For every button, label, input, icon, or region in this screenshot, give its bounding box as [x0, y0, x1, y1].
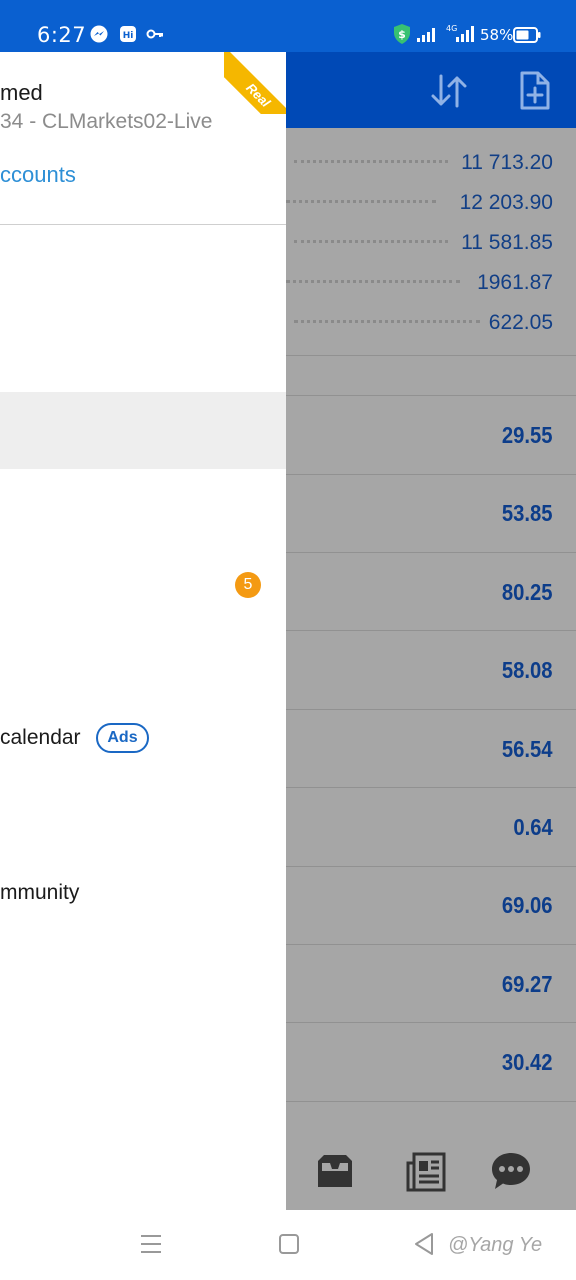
chat-icon[interactable]	[488, 1149, 534, 1195]
messenger-icon	[90, 25, 108, 48]
svg-text:$: $	[398, 28, 406, 41]
home-icon[interactable]	[278, 1232, 300, 1261]
drawer-divider	[0, 224, 286, 225]
quote-value: 11 713.20	[461, 151, 553, 174]
shield-dollar-icon: $	[392, 23, 412, 50]
mailbox-icon[interactable]	[312, 1149, 358, 1195]
system-nav-bar: @Yang Ye	[0, 1210, 576, 1280]
dotted-leader	[294, 320, 480, 323]
signal-icon	[416, 27, 438, 48]
quote-row[interactable]: 11 713.20	[286, 142, 576, 182]
row-divider	[286, 866, 576, 867]
row-divider	[286, 709, 576, 710]
deal-value: 30.42	[502, 1049, 553, 1075]
news-icon[interactable]	[404, 1149, 450, 1195]
back-icon[interactable]	[413, 1232, 435, 1261]
quote-row[interactable]: 12 203.90	[286, 182, 576, 222]
row-divider	[286, 552, 576, 553]
sort-icon[interactable]	[428, 70, 470, 112]
deal-value: 56.54	[502, 736, 553, 762]
menu-item-calendar[interactable]: calendar	[0, 726, 81, 750]
quote-row[interactable]: 622.05	[286, 302, 576, 342]
menu-item-community[interactable]: mmunity	[0, 881, 79, 905]
quote-row[interactable]: 11 581.85	[286, 222, 576, 262]
quote-value: 622.05	[488, 311, 553, 334]
quote-row[interactable]: 1961.87	[286, 262, 576, 302]
quote-value: 1961.87	[477, 271, 553, 294]
battery-icon	[513, 27, 541, 48]
deal-value: 69.27	[502, 971, 553, 997]
deal-value: 29.55	[502, 422, 553, 448]
watermark-text: @Yang Ye	[448, 1234, 543, 1256]
hi-app-icon: Hi	[119, 25, 137, 48]
status-bar: 6:27 Hi $ 4G 58%	[0, 0, 576, 52]
row-divider	[286, 630, 576, 631]
deal-value: 58.08	[502, 657, 553, 683]
real-account-ribbon: Real	[224, 52, 286, 114]
navigation-drawer: Real med 34 - CLMarkets02-Live ccounts 5…	[0, 52, 286, 1210]
ads-badge: Ads	[96, 723, 149, 753]
account-server: 34 - CLMarkets02-Live	[0, 110, 213, 133]
dotted-leader	[286, 200, 436, 203]
row-divider	[286, 1022, 576, 1023]
deal-value: 0.64	[513, 814, 553, 840]
quote-value: 12 203.90	[459, 191, 553, 214]
menu-icon[interactable]	[140, 1232, 162, 1261]
row-divider	[286, 474, 576, 475]
bottom-nav	[286, 1131, 576, 1210]
deal-value: 53.85	[502, 500, 553, 526]
row-divider	[286, 395, 576, 396]
svg-text:Hi: Hi	[123, 31, 134, 41]
dotted-leader	[294, 160, 448, 163]
quote-value: 11 581.85	[461, 231, 553, 254]
status-time: 6:27	[37, 23, 87, 47]
deal-value: 69.06	[502, 892, 553, 918]
add-document-icon[interactable]	[514, 70, 556, 112]
deal-value: 80.25	[502, 579, 553, 605]
row-divider	[286, 1101, 576, 1102]
selected-menu-item[interactable]	[0, 392, 286, 469]
notification-badge: 5	[235, 572, 261, 598]
account-name: med	[0, 80, 43, 105]
battery-percent: 58%	[480, 26, 514, 44]
dotted-leader	[294, 240, 448, 243]
dotted-leader	[286, 280, 460, 283]
ribbon-label: Real	[224, 52, 286, 114]
app-toolbar	[286, 52, 576, 128]
svg-text:4G: 4G	[446, 24, 457, 33]
row-divider	[286, 787, 576, 788]
section-divider	[286, 355, 576, 356]
signal-4g-icon: 4G	[446, 23, 476, 48]
row-divider	[286, 944, 576, 945]
manage-accounts-link[interactable]: ccounts	[0, 162, 76, 188]
key-icon	[146, 25, 164, 48]
